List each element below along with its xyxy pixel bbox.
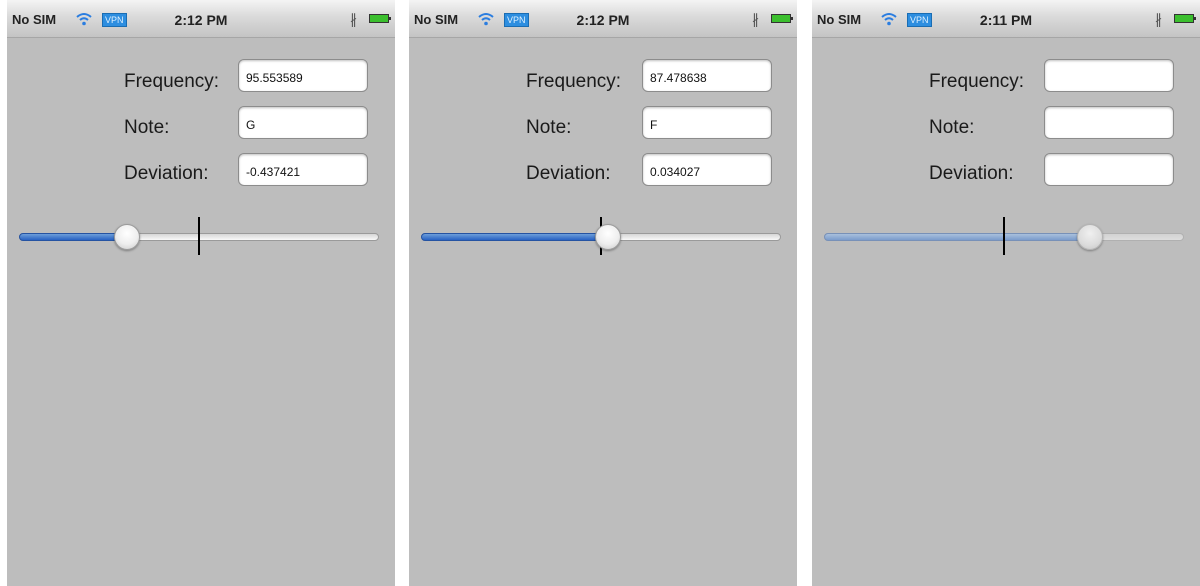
pitch-slider[interactable] bbox=[421, 217, 781, 255]
slider-fill bbox=[824, 233, 1091, 241]
bluetooth-icon: ∦ bbox=[752, 11, 759, 27]
frequency-label: Frequency: bbox=[929, 71, 1025, 92]
center-marker bbox=[198, 217, 200, 255]
status-bar: No SIM VPN 2:12 PM ∦ bbox=[409, 0, 797, 38]
phone-screen-1: No SIM VPN 2:12 PM ∦ Frequency: 95.55358… bbox=[7, 0, 395, 586]
note-field[interactable]: F bbox=[642, 106, 772, 139]
status-bar: No SIM VPN 2:11 PM ∦ bbox=[812, 0, 1200, 38]
pitch-slider[interactable] bbox=[824, 217, 1184, 255]
note-label: Note: bbox=[124, 117, 170, 138]
slider-thumb[interactable] bbox=[595, 224, 622, 250]
phone-screen-2: No SIM VPN 2:12 PM ∦ Frequency: 87.47863… bbox=[409, 0, 797, 586]
note-label: Note: bbox=[929, 117, 975, 138]
slider-thumb[interactable] bbox=[1077, 224, 1104, 250]
deviation-label: Deviation: bbox=[929, 163, 1014, 184]
note-label: Note: bbox=[526, 117, 572, 138]
deviation-field[interactable]: 0.034027 bbox=[642, 153, 772, 186]
note-field[interactable] bbox=[1044, 106, 1174, 139]
deviation-label: Deviation: bbox=[124, 163, 209, 184]
clock: 2:11 PM bbox=[979, 12, 1033, 28]
clock: 2:12 PM bbox=[576, 12, 630, 28]
slider-fill bbox=[19, 233, 127, 241]
frequency-label: Frequency: bbox=[124, 71, 220, 92]
frequency-field[interactable] bbox=[1044, 59, 1174, 92]
pitch-slider[interactable] bbox=[19, 217, 379, 255]
battery-icon bbox=[1174, 14, 1196, 23]
slider-fill bbox=[421, 233, 609, 241]
frequency-field[interactable]: 95.553589 bbox=[238, 59, 368, 92]
deviation-field[interactable] bbox=[1044, 153, 1174, 186]
battery-icon bbox=[369, 14, 391, 23]
bluetooth-icon: ∦ bbox=[1155, 11, 1162, 27]
status-bar: No SIM VPN 2:12 PM ∦ bbox=[7, 0, 395, 38]
deviation-field[interactable]: -0.437421 bbox=[238, 153, 368, 186]
note-field[interactable]: G bbox=[238, 106, 368, 139]
frequency-label: Frequency: bbox=[526, 71, 622, 92]
center-marker bbox=[1003, 217, 1005, 255]
slider-thumb[interactable] bbox=[114, 224, 140, 250]
frequency-field[interactable]: 87.478638 bbox=[642, 59, 772, 92]
bluetooth-icon: ∦ bbox=[350, 11, 357, 27]
deviation-label: Deviation: bbox=[526, 163, 611, 184]
phone-screen-3: No SIM VPN 2:11 PM ∦ Frequency: Note: De… bbox=[812, 0, 1200, 586]
battery-icon bbox=[771, 14, 793, 23]
clock: 2:12 PM bbox=[174, 12, 228, 28]
